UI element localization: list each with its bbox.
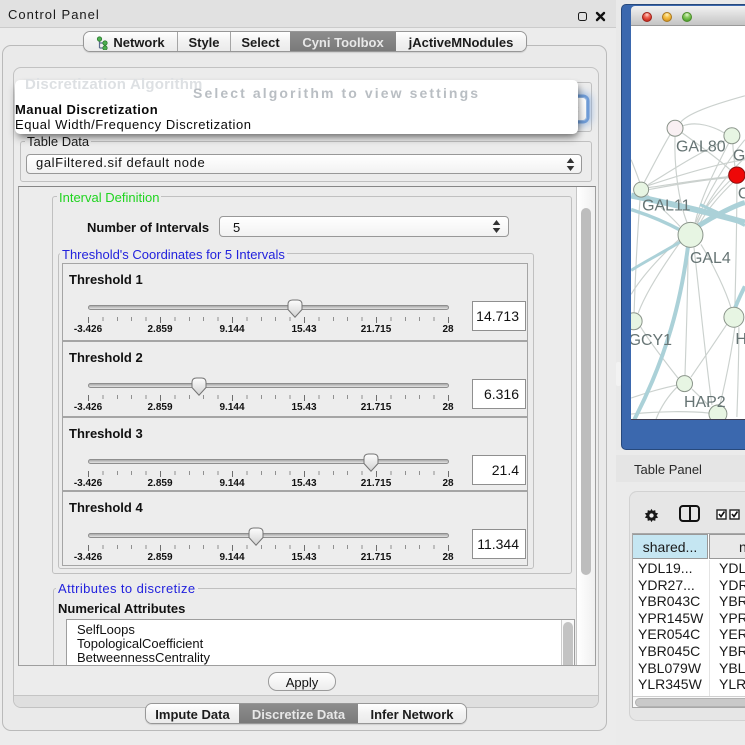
svg-text:HAP2: HAP2 [684, 394, 726, 411]
svg-text:GAL80: GAL80 [676, 139, 726, 156]
svg-text:GAL11: GAL11 [642, 198, 691, 215]
svg-text:GCY1: GCY1 [631, 332, 672, 349]
svg-text:H: H [735, 331, 745, 348]
svg-text:GA: GA [733, 148, 745, 165]
svg-text:C: C [738, 186, 745, 203]
svg-text:GAL4: GAL4 [690, 250, 731, 267]
